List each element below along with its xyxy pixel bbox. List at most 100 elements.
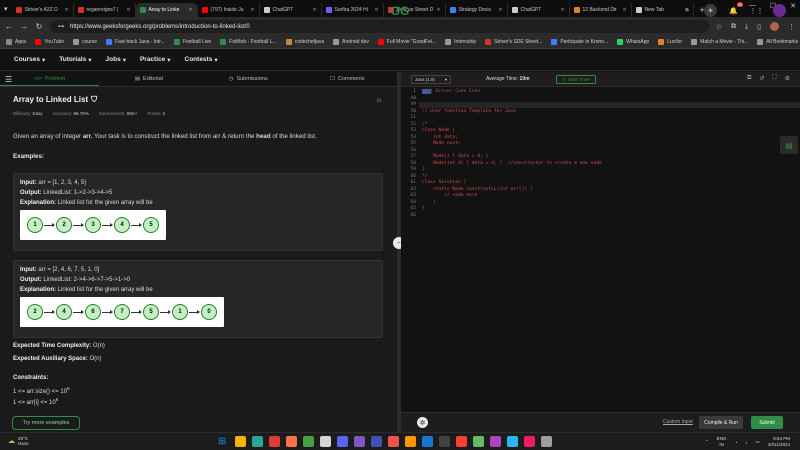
downloads-icon[interactable]: ⤓ (745, 23, 748, 31)
site-menu-practice[interactable]: Practice ▾ (140, 56, 171, 64)
try-more-examples-button[interactable]: Try more examples (12, 416, 80, 430)
reload-icon[interactable]: ↻ (35, 22, 43, 31)
taskbar-app-icon[interactable] (388, 436, 399, 447)
tab-close-icon[interactable]: ✕ (498, 7, 502, 13)
tab-close-icon[interactable]: ✕ (436, 7, 440, 13)
settings-icon[interactable]: ⚙ (785, 75, 790, 82)
tray-chevron-icon[interactable]: ⌃ (705, 439, 709, 445)
taskbar-app-icon[interactable] (422, 436, 433, 447)
tab-close-icon[interactable]: ✕ (126, 7, 130, 13)
gfg-logo[interactable]: GG (386, 4, 414, 18)
bookmark-item[interactable]: Football Live (173, 39, 211, 45)
tab-comments[interactable]: ☐ Comments (298, 72, 397, 86)
search-icon[interactable]: ⌕ (681, 4, 694, 17)
windows-start-icon[interactable]: ⊞ (218, 436, 229, 447)
taskbar-app-icon[interactable] (354, 436, 365, 447)
more-menu-icon[interactable]: ⋮ (788, 23, 795, 31)
tab-close-icon[interactable]: ✕ (312, 7, 316, 13)
theme-toggle-icon[interactable]: ☀ (704, 4, 717, 17)
bookmark-item[interactable]: Apps (6, 39, 26, 45)
bookmark-star-icon[interactable]: ☆ (716, 23, 722, 31)
taskbar-app-icon[interactable] (541, 436, 552, 447)
bookmark-item[interactable]: Striver's SDE Sheet... (485, 39, 542, 45)
forward-icon[interactable]: → (20, 22, 28, 31)
browser-tab[interactable]: Striver's A2Z D ✕ (12, 3, 74, 17)
bookmark-icon[interactable]: ⛉ (91, 95, 97, 105)
fullscreen-icon[interactable]: ⛶ (772, 75, 776, 82)
user-avatar[interactable] (773, 4, 786, 17)
profile-avatar[interactable] (770, 22, 779, 31)
reset-icon[interactable]: ↺ (759, 75, 764, 82)
bookmark-item[interactable]: Internship (445, 39, 476, 45)
taskbar-app-icon[interactable] (269, 436, 280, 447)
taskbar-app-icon[interactable] (456, 436, 467, 447)
browser-tab[interactable]: Array to Linke ✕ (135, 3, 198, 17)
tab-close-icon[interactable]: ✕ (374, 7, 378, 13)
taskbar-app-icon[interactable] (286, 436, 297, 447)
tab-close-icon[interactable]: ✕ (188, 7, 192, 13)
taskbar-app-icon[interactable] (524, 436, 535, 447)
tab-submissions[interactable]: ◷ Submissions (199, 72, 298, 86)
back-icon[interactable]: ← (5, 22, 13, 31)
browser-tab[interactable]: ChatGPT ✕ (508, 3, 570, 17)
browser-tab[interactable]: reganreigns7 | ✕ (74, 3, 136, 17)
tab-editorial[interactable]: ▤ Editorial (99, 72, 198, 86)
bookmark-item[interactable]: FotMob - Football L... (220, 39, 277, 45)
site-menu-courses[interactable]: Courses ▾ (14, 56, 45, 64)
clock[interactable]: 8:54 PM 10/11/2024 (768, 436, 790, 448)
bookmark-item[interactable]: YouTube (35, 39, 64, 45)
bookmark-item[interactable]: Android dev (333, 39, 369, 45)
site-menu-contests[interactable]: Contests ▾ (185, 56, 218, 64)
all-bookmarks-button[interactable]: All Bookmarks (757, 39, 798, 45)
tab-problem[interactable]: </> Problem (0, 72, 100, 86)
menu-icon[interactable]: ☰ (5, 75, 12, 84)
browser-tab[interactable]: ChatGPT ✕ (260, 3, 322, 17)
taskbar-app-icon[interactable] (337, 436, 348, 447)
taskbar-app-icon[interactable] (303, 436, 314, 447)
taskbar-app-icon[interactable] (473, 436, 484, 447)
battery-icon[interactable]: ▭ (756, 439, 760, 445)
taskbar-app-icon[interactable] (507, 436, 518, 447)
site-menu-jobs[interactable]: Jobs ▾ (106, 56, 126, 64)
tab-close-icon[interactable]: ✕ (250, 7, 254, 13)
browser-tab[interactable]: 12 Backend Dir ✕ (570, 3, 632, 17)
apps-grid-icon[interactable]: ⋮⋮ (750, 4, 764, 17)
sidepanel-icon[interactable]: ▯ (757, 23, 761, 31)
close-icon[interactable]: ✕ (790, 2, 796, 10)
browser-tab[interactable]: Strategy Decis ✕ (446, 3, 508, 17)
tab-close-icon[interactable]: ✕ (622, 7, 626, 13)
url-input[interactable]: ⊶ https://www.geeksforgeeks.org/problems… (50, 20, 709, 33)
compile-run-button[interactable]: Compile & Run (699, 416, 743, 429)
taskbar-app-icon[interactable] (252, 436, 263, 447)
taskbar-app-icon[interactable] (235, 436, 246, 447)
bookmark-item[interactable]: Full Movie "GoodFel... (377, 39, 436, 45)
bookmark-item[interactable]: codechefjava (285, 39, 324, 45)
chat-icon[interactable]: ▤ (780, 136, 798, 154)
copy-icon[interactable]: ⧉ (747, 75, 751, 82)
input-language[interactable]: ENG IN (717, 436, 727, 448)
bookmark-item[interactable]: Participate in Krono... (551, 39, 608, 45)
custom-input-link[interactable]: Custom Input (663, 419, 693, 425)
browser-tab[interactable]: (797) Inside Ju ✕ (198, 3, 260, 17)
bug-report-icon[interactable]: ☼ (375, 95, 382, 104)
browser-tab[interactable]: Sarfira 2024 Hi ✕ (322, 3, 384, 17)
extensions-icon[interactable]: ⧉ (731, 23, 736, 31)
bookmark-item[interactable]: WhatsApp (617, 39, 649, 45)
taskbar-app-icon[interactable] (405, 436, 416, 447)
tab-close-icon[interactable]: ✕ (560, 7, 564, 13)
taskbar-app-icon[interactable] (490, 436, 501, 447)
start-timer-button[interactable]: ◷ Start Timer (556, 75, 596, 84)
bookmark-item[interactable]: Match a Movie - Thi... (691, 39, 748, 45)
wifi-icon[interactable]: ◔ (735, 440, 738, 445)
taskbar-app-icon[interactable] (371, 436, 382, 447)
bookmark-item[interactable]: course (73, 39, 97, 45)
bookmark-item[interactable]: Lucifer (658, 39, 682, 45)
editor-settings-icon[interactable]: ✲ (417, 417, 428, 428)
weather-widget[interactable]: ☁ 25°C Haze (8, 436, 29, 446)
notifications-icon[interactable]: 🔔 45 (727, 2, 743, 17)
tab-search-icon[interactable]: ▾ (4, 3, 8, 17)
tab-close-icon[interactable]: ✕ (64, 7, 68, 13)
volume-icon[interactable]: ♪ (745, 440, 747, 445)
bookmark-item[interactable]: Fast-track Java - Intr... (106, 39, 165, 45)
submit-button[interactable]: Submit (751, 416, 783, 429)
